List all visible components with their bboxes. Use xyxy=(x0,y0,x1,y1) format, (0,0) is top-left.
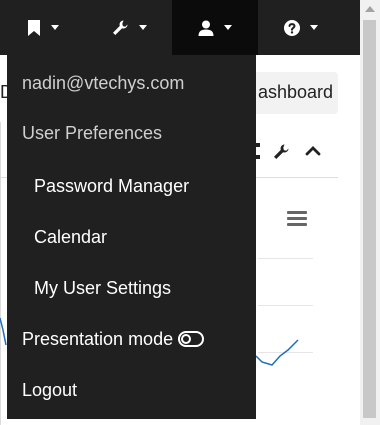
scrollbar-thumb[interactable] xyxy=(363,20,376,418)
wrench-icon xyxy=(113,20,128,35)
toggle-off-icon[interactable] xyxy=(178,331,205,347)
logout-item[interactable]: Logout xyxy=(7,365,256,415)
bookmarks-menu-button[interactable] xyxy=(0,0,86,55)
bookmark-icon xyxy=(28,19,40,36)
caret-down-icon xyxy=(139,25,147,30)
password-manager-item[interactable]: Password Manager xyxy=(7,161,256,211)
user-preferences-header: User Preferences xyxy=(22,122,163,143)
user-menu-button[interactable] xyxy=(172,0,258,55)
my-user-settings-item[interactable]: My User Settings xyxy=(7,263,256,313)
help-icon xyxy=(284,19,300,36)
tools-menu-button[interactable] xyxy=(86,0,172,55)
caret-down-icon xyxy=(51,25,59,30)
help-menu-button[interactable] xyxy=(258,0,344,55)
presentation-mode-label: Presentation mode xyxy=(22,328,174,349)
scroll-up-arrow-icon[interactable] xyxy=(365,6,375,12)
user-email: nadin@vtechys.com xyxy=(22,72,185,93)
caret-down-icon xyxy=(310,25,318,30)
presentation-mode-item[interactable]: Presentation mode xyxy=(7,314,256,364)
calendar-item[interactable]: Calendar xyxy=(7,212,256,262)
top-navbar xyxy=(0,0,360,55)
user-icon xyxy=(198,20,214,36)
user-dropdown-menu: nadin@vtechys.com User Preferences Passw… xyxy=(7,55,256,419)
caret-down-icon xyxy=(224,25,232,30)
